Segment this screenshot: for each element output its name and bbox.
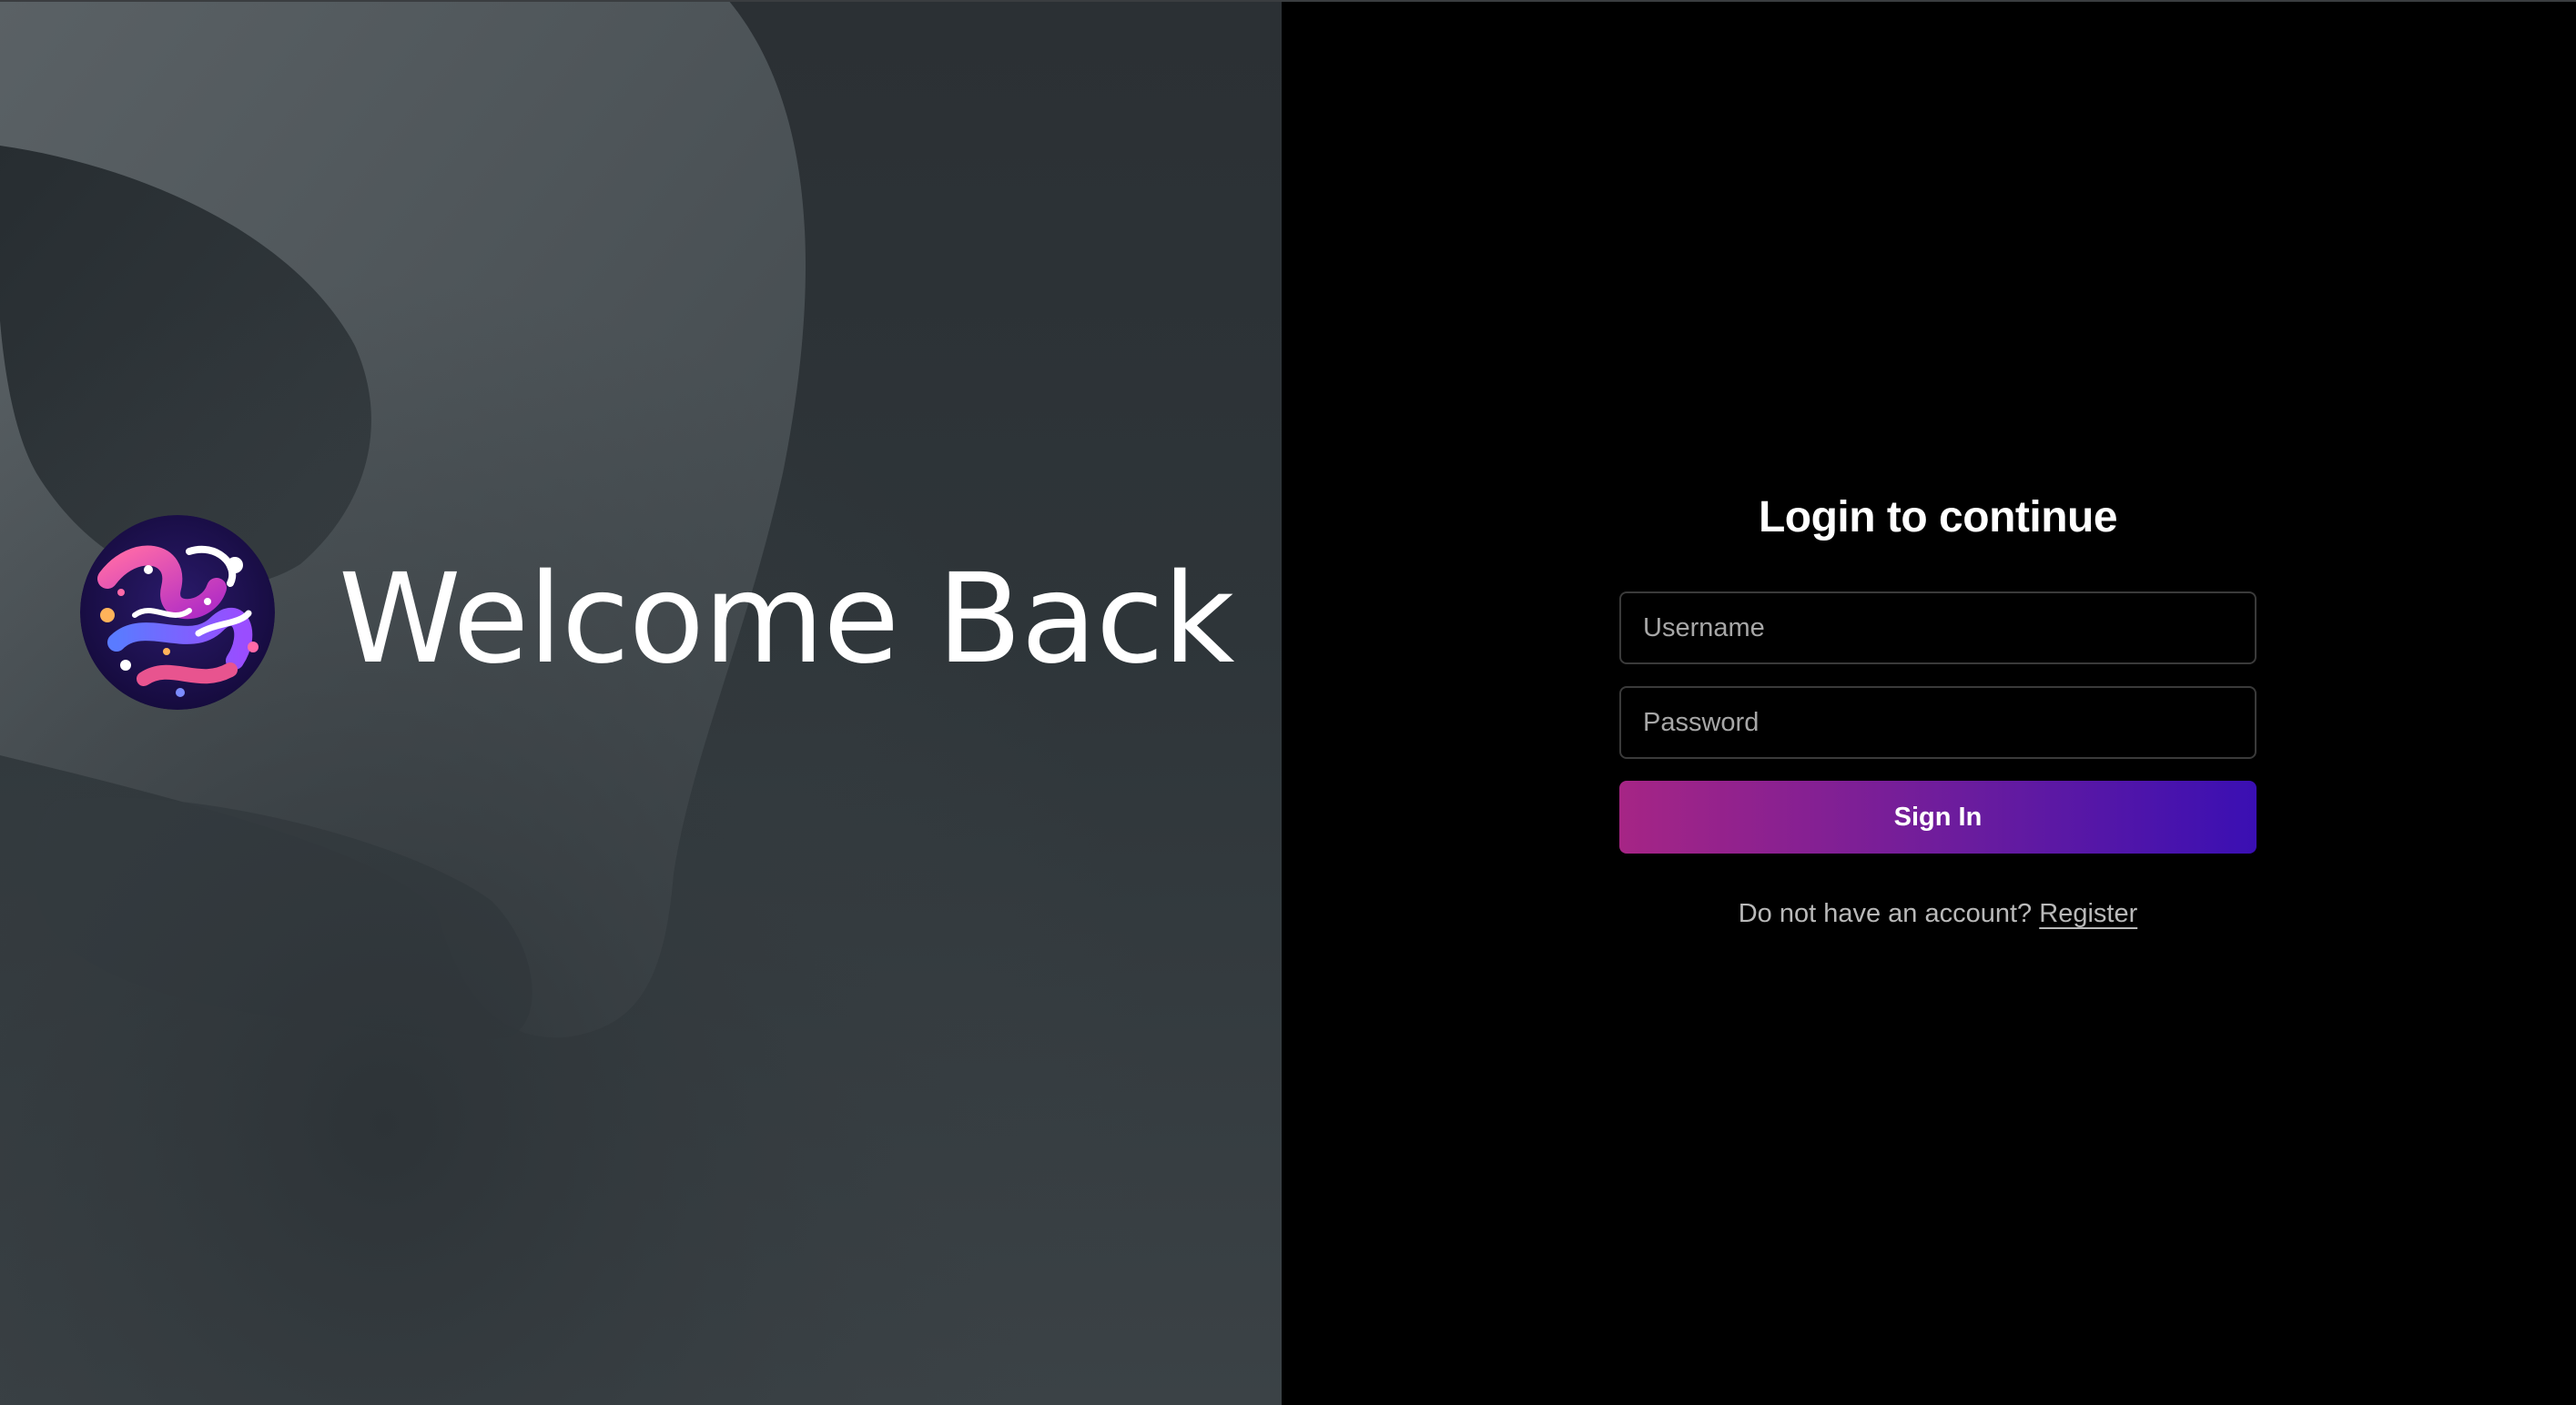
login-page: Welcome Back Login to continue Sign In D…: [0, 0, 2576, 1405]
register-prompt-text: Do not have an account?: [1738, 899, 2040, 928]
brand-block: Welcome Back: [80, 515, 1234, 710]
window-top-border: [0, 0, 2576, 2]
sign-in-button[interactable]: Sign In: [1619, 781, 2257, 854]
register-link[interactable]: Register: [2039, 899, 2137, 928]
abstract-swirl-logo-icon: [80, 515, 275, 710]
login-form: Login to continue Sign In Do not have an…: [1619, 486, 2257, 929]
welcome-heading: Welcome Back: [339, 548, 1234, 692]
register-prompt-row: Do not have an account? Register: [1619, 899, 2257, 929]
username-input[interactable]: [1619, 591, 2257, 664]
login-title: Login to continue: [1758, 493, 2118, 541]
login-panel: Login to continue Sign In Do not have an…: [1282, 0, 2576, 1405]
hero-panel: Welcome Back: [0, 0, 1282, 1405]
password-input[interactable]: [1619, 686, 2257, 759]
